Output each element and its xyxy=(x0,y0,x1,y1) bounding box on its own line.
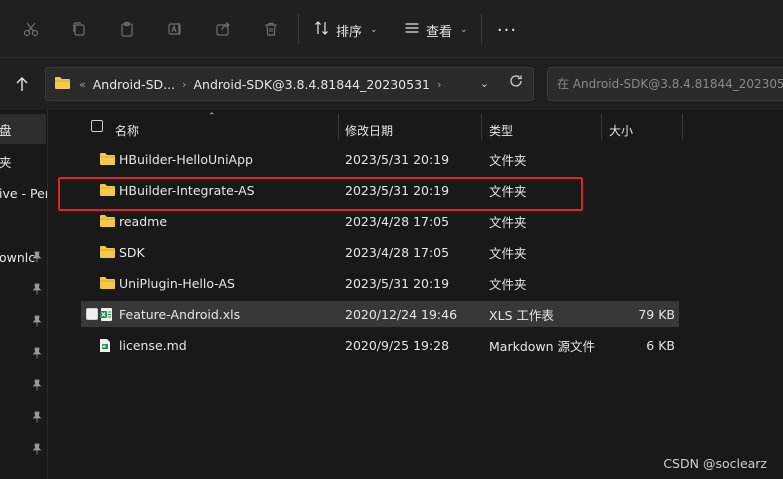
file-type: 文件夹 xyxy=(489,276,527,292)
folder-icon xyxy=(99,152,116,169)
sort-label: 排序 xyxy=(336,24,363,40)
folder-icon xyxy=(99,214,116,231)
file-date: 2023/5/31 20:19 xyxy=(345,275,450,291)
copy-icon[interactable] xyxy=(66,16,92,42)
file-row[interactable]: Feature-Android.xls 2020/12/24 19:46 XLS… xyxy=(81,301,679,327)
column-header-name[interactable]: 名称 xyxy=(115,116,139,144)
column-divider[interactable] xyxy=(682,114,683,140)
navigation-pane: 盘 夹 ive - Per ownlc xyxy=(0,110,48,479)
command-bar: 排序 ⌄ 查看 ⌄ ··· xyxy=(0,0,783,58)
refresh-icon[interactable] xyxy=(509,74,523,92)
chevron-down-icon: ⌄ xyxy=(370,25,378,35)
file-type: 文件夹 xyxy=(489,152,527,168)
file-date: 2020/9/25 19:28 xyxy=(345,337,450,353)
sidebar-item-label: ive - Per xyxy=(0,185,48,201)
file-name: license.md xyxy=(119,337,187,353)
file-date: 2023/4/28 17:05 xyxy=(345,213,450,229)
file-type: Markdown 源文件 xyxy=(489,338,596,354)
annotation-highlight-box xyxy=(58,177,583,211)
sort-button[interactable]: 排序 ⌄ xyxy=(314,16,378,44)
file-row[interactable]: HBuilder-HelloUniApp 2023/5/31 20:19 文件夹 xyxy=(81,146,679,172)
sidebar-item-label: 盘 xyxy=(0,122,12,138)
file-size: 79 KB xyxy=(638,306,675,322)
sort-ascending-icon: ⌃ xyxy=(208,112,216,122)
delete-icon[interactable] xyxy=(258,16,284,42)
toolbar-divider xyxy=(298,14,299,44)
row-checkbox[interactable] xyxy=(86,308,98,320)
rename-icon[interactable] xyxy=(162,16,188,42)
sidebar-item-onedrive[interactable]: ive - Per xyxy=(0,178,48,208)
file-date: 2020/12/24 19:46 xyxy=(345,306,458,322)
excel-file-icon xyxy=(99,307,113,325)
address-row: « Android-SD... › Android-SDK@3.8.4.8184… xyxy=(0,58,783,110)
file-row[interactable]: UniPlugin-Hello-AS 2023/5/31 20:19 文件夹 xyxy=(81,270,679,296)
pin-icon[interactable] xyxy=(32,379,42,393)
file-list: ⌃ 名称 修改日期 类型 大小 HBuilder-HelloUniApp 202… xyxy=(48,110,783,479)
paste-icon[interactable] xyxy=(114,16,140,42)
view-icon xyxy=(404,20,420,40)
markdown-file-icon xyxy=(99,338,111,356)
folder-icon xyxy=(54,76,71,93)
pin-icon[interactable] xyxy=(32,347,42,361)
up-arrow-icon[interactable] xyxy=(12,72,32,96)
folder-icon xyxy=(99,276,116,293)
file-type: 文件夹 xyxy=(489,214,527,230)
sort-icon xyxy=(314,20,330,40)
column-header-size[interactable]: 大小 xyxy=(609,116,633,144)
sidebar-item-folder[interactable]: 夹 xyxy=(0,146,46,176)
overflow-chevron-icon[interactable]: « xyxy=(79,78,86,91)
breadcrumb-parent[interactable]: Android-SD... xyxy=(93,77,175,92)
column-divider[interactable] xyxy=(338,114,339,140)
watermark: CSDN @soclearz xyxy=(663,456,767,471)
file-date: 2023/5/31 20:19 xyxy=(345,151,450,167)
pin-icon[interactable] xyxy=(32,443,42,457)
chevron-right-icon[interactable]: › xyxy=(437,78,441,91)
folder-icon xyxy=(99,245,116,262)
pin-icon[interactable] xyxy=(32,251,42,265)
file-name: UniPlugin-Hello-AS xyxy=(119,275,235,291)
share-icon[interactable] xyxy=(210,16,236,42)
column-header-type[interactable]: 类型 xyxy=(489,116,513,144)
chevron-down-icon: ⌄ xyxy=(460,25,468,35)
cut-icon[interactable] xyxy=(18,16,44,42)
column-divider[interactable] xyxy=(481,114,482,140)
search-box[interactable] xyxy=(547,67,783,101)
file-size: 6 KB xyxy=(646,337,675,353)
pin-icon[interactable] xyxy=(32,411,42,425)
sidebar-item-drive[interactable]: 盘 xyxy=(0,114,46,144)
file-row[interactable]: SDK 2023/4/28 17:05 文件夹 xyxy=(81,239,679,265)
more-options-button[interactable]: ··· xyxy=(492,16,522,44)
history-dropdown-icon[interactable]: ⌄ xyxy=(480,77,489,90)
column-header-date[interactable]: 修改日期 xyxy=(345,116,393,144)
pin-icon[interactable] xyxy=(32,283,42,297)
file-name: readme xyxy=(119,213,168,229)
file-type: XLS 工作表 xyxy=(489,307,554,323)
file-name: SDK xyxy=(119,244,145,260)
view-button[interactable]: 查看 ⌄ xyxy=(404,16,468,44)
file-name: HBuilder-HelloUniApp xyxy=(119,151,253,167)
breadcrumb-current[interactable]: Android-SDK@3.8.4.81844_20230531 xyxy=(193,77,430,92)
chevron-right-icon[interactable]: › xyxy=(182,78,186,91)
search-input[interactable] xyxy=(557,77,783,91)
select-all-checkbox[interactable] xyxy=(91,120,103,132)
column-divider[interactable] xyxy=(601,114,602,140)
toolbar-divider xyxy=(481,14,482,44)
sidebar-item-label: ownlc xyxy=(0,249,36,265)
view-label: 查看 xyxy=(426,24,453,40)
file-name: Feature-Android.xls xyxy=(119,306,241,322)
sidebar-item-label: 夹 xyxy=(0,154,12,170)
file-type: 文件夹 xyxy=(489,245,527,261)
file-row[interactable]: readme 2023/4/28 17:05 文件夹 xyxy=(81,208,679,234)
file-date: 2023/4/28 17:05 xyxy=(345,244,450,260)
file-row[interactable]: license.md 2020/9/25 19:28 Markdown 源文件 … xyxy=(81,332,679,358)
pin-icon[interactable] xyxy=(32,315,42,329)
address-bar[interactable]: « Android-SD... › Android-SDK@3.8.4.8184… xyxy=(45,67,534,101)
